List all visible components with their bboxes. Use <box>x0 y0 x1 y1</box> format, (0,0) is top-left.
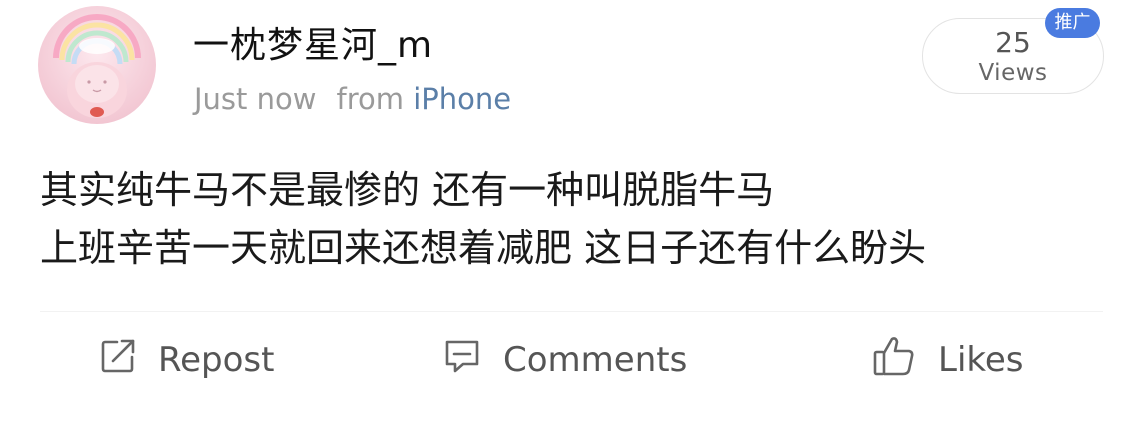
repost-icon <box>100 338 136 383</box>
avatar[interactable] <box>38 6 156 124</box>
comments-label: Comments <box>503 340 688 380</box>
post-time: Just now <box>194 82 317 116</box>
source-prefix: from <box>336 82 404 116</box>
thumbs-up-icon <box>872 335 916 386</box>
post-meta: Just now from iPhone <box>194 82 511 116</box>
author-name[interactable]: 一枕梦星河_m <box>193 16 433 68</box>
promoted-badge[interactable]: 推广 <box>1045 8 1100 38</box>
views-label: Views <box>978 60 1048 86</box>
source-link[interactable]: iPhone <box>413 82 511 116</box>
avatar-image <box>38 6 156 124</box>
post-content: 其实纯牛马不是最惨的 还有一种叫脱脂牛马 上班辛苦一天就回来还想着减肥 这日子还… <box>40 161 926 277</box>
action-bar: Repost Comments Likes <box>0 330 1143 390</box>
content-line: 其实纯牛马不是最惨的 还有一种叫脱脂牛马 <box>40 168 775 212</box>
likes-label: Likes <box>938 340 1024 380</box>
post-card: 一枕梦星河_m Just now from iPhone 25 Views 推广 … <box>0 0 1143 447</box>
divider <box>40 311 1103 312</box>
content-line: 上班辛苦一天就回来还想着减肥 这日子还有什么盼头 <box>40 226 927 270</box>
comments-button[interactable]: Comments <box>443 330 687 390</box>
like-button[interactable]: Likes <box>872 330 1024 390</box>
comment-icon <box>443 338 481 383</box>
repost-label: Repost <box>158 340 275 380</box>
repost-button[interactable]: Repost <box>100 330 274 390</box>
